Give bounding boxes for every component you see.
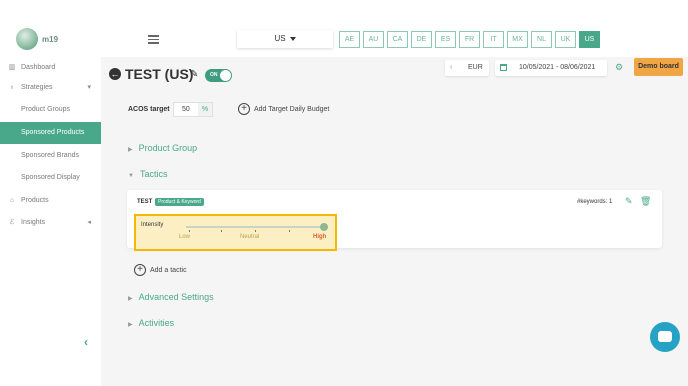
chart-icon: ▥ xyxy=(8,64,16,71)
chevron-left-icon: ‹ xyxy=(450,64,453,71)
chat-support-button[interactable] xyxy=(650,322,680,352)
tag-icon: ⌂ xyxy=(9,197,15,204)
add-target-daily-budget-button[interactable]: + Add Target Daily Budget xyxy=(238,103,329,115)
sidebar-item-label: Sponsored Brands xyxy=(21,152,79,159)
caret-down-icon: ▼ xyxy=(128,173,134,179)
chevron-down-icon: ▾ xyxy=(87,84,91,91)
slider-tick xyxy=(255,230,256,232)
keywords-count: #keywords: 1 xyxy=(577,199,613,205)
acos-target-label: ACOS target xyxy=(128,106,170,113)
collapse-sidebar-icon[interactable]: ‹ xyxy=(84,335,88,349)
slider-tick xyxy=(189,230,190,232)
sidebar-item-dashboard[interactable]: ▥ Dashboard xyxy=(0,57,101,79)
acos-target-input[interactable]: 50 % xyxy=(173,102,213,117)
marketplace-tabs: AE AU CA DE ES FR IT MX NL UK US xyxy=(339,31,600,48)
caret-right-icon: ▶ xyxy=(128,147,133,153)
trash-icon[interactable]: 🗑 xyxy=(640,196,651,207)
add-tactic-button[interactable]: + Add a tactic xyxy=(134,264,187,276)
intensity-slider-panel: Intensity Low Neutral High xyxy=(134,214,337,251)
sidebar-item-sponsored-display[interactable]: Sponsored Display xyxy=(0,167,101,189)
toggle-label: ON xyxy=(210,72,218,78)
chevron-left-icon: ◂ xyxy=(87,219,91,226)
tactic-card: TEST Product & Keyword #keywords: 1 ✎ 🗑 … xyxy=(127,190,662,251)
currency-select[interactable]: ‹ EUR xyxy=(445,60,489,76)
sidebar-item-label: Products xyxy=(21,197,49,204)
section-label: Product Group xyxy=(138,143,198,153)
marketplace-tab-ca[interactable]: CA xyxy=(387,31,408,48)
tactic-type-badge: Product & Keyword xyxy=(155,198,204,206)
marketplace-tab-ae[interactable]: AE xyxy=(339,31,360,48)
sidebar-item-label: Insights xyxy=(21,219,46,226)
section-label: Advanced Settings xyxy=(138,292,214,302)
logo-icon[interactable] xyxy=(16,28,38,50)
sidebar-item-products[interactable]: ⌂ Products xyxy=(0,190,101,212)
pencil-icon[interactable]: ✎ xyxy=(625,196,633,207)
plus-circle-icon: + xyxy=(238,103,250,115)
acos-target-value: 50 xyxy=(182,106,190,113)
slider-tick xyxy=(221,230,222,232)
section-label: Tactics xyxy=(139,169,168,179)
toggle-knob xyxy=(220,70,231,81)
intensity-label: Intensity xyxy=(141,222,164,228)
on-off-toggle[interactable]: ON xyxy=(205,69,232,82)
sidebar-item-insights[interactable]: ℰ Insights ◂ xyxy=(0,212,101,234)
logo-text: m19 xyxy=(42,35,59,44)
marketplace-tab-it[interactable]: IT xyxy=(483,31,504,48)
sidebar-item-sponsored-products[interactable]: Sponsored Products xyxy=(0,122,101,144)
back-arrow-icon[interactable]: ← xyxy=(109,68,121,80)
sidebar-item-label: Product Groups xyxy=(21,106,71,113)
marketplace-tab-es[interactable]: ES xyxy=(435,31,456,48)
sidebar-item-label: Sponsored Display xyxy=(21,174,80,181)
chat-icon xyxy=(658,331,672,342)
marketplace-tab-us[interactable]: US xyxy=(579,31,600,48)
intensity-high-label: High xyxy=(313,234,327,240)
bulb-icon: ♁ xyxy=(9,84,15,91)
pencil-icon[interactable]: ✎ xyxy=(190,69,198,80)
section-activities[interactable]: ▶ Activities xyxy=(128,318,174,328)
caret-down-icon xyxy=(289,36,296,41)
sidebar-item-sponsored-brands[interactable]: Sponsored Brands xyxy=(0,145,101,167)
marketplace-tab-nl[interactable]: NL xyxy=(531,31,552,48)
sidebar-item-strategies[interactable]: ♁ Strategies ▾ xyxy=(0,77,101,99)
intensity-neutral-label: Neutral xyxy=(240,234,260,240)
slider-tick xyxy=(289,230,290,232)
intensity-low-label: Low xyxy=(179,234,191,240)
gear-icon[interactable]: ⚙ xyxy=(615,62,623,73)
demo-board-button[interactable]: Demo board xyxy=(634,58,683,76)
section-advanced-settings[interactable]: ▶ Advanced Settings xyxy=(128,292,214,302)
marketplace-tab-fr[interactable]: FR xyxy=(459,31,480,48)
slider-handle[interactable] xyxy=(320,223,328,231)
calendar-icon xyxy=(500,64,507,71)
sidebar-item-label: Dashboard xyxy=(21,64,56,71)
section-label: Activities xyxy=(138,318,175,328)
add-budget-label: Add Target Daily Budget xyxy=(254,105,330,113)
marketplace-tab-uk[interactable]: UK xyxy=(555,31,576,48)
sidebar-item-label: Sponsored Products xyxy=(21,129,85,136)
insights-icon: ℰ xyxy=(9,219,15,226)
main-content: ← TEST (US) ✎ ON ‹ EUR 10/05/2021 - 08/0… xyxy=(101,57,688,386)
date-range-value: 10/05/2021 - 08/06/2021 xyxy=(519,64,596,71)
page-title: TEST (US) xyxy=(125,66,194,82)
caret-right-icon: ▶ xyxy=(128,322,133,328)
country-select[interactable]: US xyxy=(237,30,333,48)
menu-icon[interactable] xyxy=(148,35,159,44)
top-bar: m19 US AE AU CA DE ES FR IT MX NL UK US xyxy=(0,0,688,57)
plus-circle-icon: + xyxy=(134,264,146,276)
sidebar-item-product-groups[interactable]: Product Groups xyxy=(0,99,101,121)
marketplace-tab-de[interactable]: DE xyxy=(411,31,432,48)
section-tactics[interactable]: ▼ Tactics xyxy=(128,169,167,179)
section-product-group[interactable]: ▶ Product Group xyxy=(128,143,197,153)
marketplace-tab-au[interactable]: AU xyxy=(363,31,384,48)
country-select-value: US xyxy=(274,34,286,43)
sidebar-item-label: Strategies xyxy=(21,84,53,91)
acos-unit: % xyxy=(198,103,212,116)
currency-value: EUR xyxy=(468,64,483,71)
slider-fill xyxy=(186,226,324,228)
intensity-slider[interactable] xyxy=(186,223,328,232)
add-tactic-label: Add a tactic xyxy=(150,266,187,274)
tactic-name: TEST xyxy=(137,199,153,205)
date-range-picker[interactable]: 10/05/2021 - 08/06/2021 xyxy=(495,60,607,76)
marketplace-tab-mx[interactable]: MX xyxy=(507,31,528,48)
caret-right-icon: ▶ xyxy=(128,296,133,302)
